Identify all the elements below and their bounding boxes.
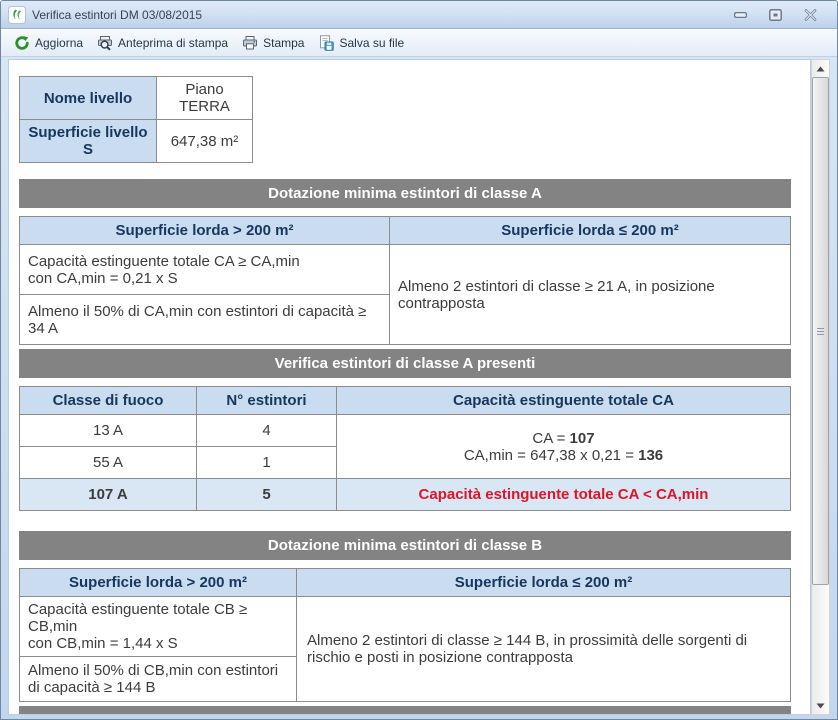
class-a-header-large-area: Superficie lorda > 200 m² [20, 217, 390, 245]
total-fire-class: 107 A [20, 479, 197, 511]
restore-button[interactable] [768, 8, 782, 21]
class-a-rules-table: Superficie lorda > 200 m² Superficie lor… [19, 216, 791, 345]
fire-class-value: 55 A [20, 447, 197, 479]
capacity-calc-cell: CA = 107 CA,min = 647,38 x 0,21 = 136 [337, 415, 791, 479]
level-name-value: Piano TERRA [157, 77, 253, 120]
class-a-header-small-area: Superficie lorda ≤ 200 m² [390, 217, 791, 245]
window-title: Verifica estintori DM 03/08/2015 [32, 8, 733, 22]
table-header-row: Classe di fuoco N° estintori Capacità es… [20, 387, 791, 415]
col-header-extinguisher-count: N° estintori [197, 387, 337, 415]
scrollbar-grip [817, 328, 824, 335]
level-name-label: Nome livello [20, 77, 157, 120]
table-total-row: 107 A 5 Capacità estinguente totale CA <… [20, 479, 791, 511]
col-header-fire-class: Classe di fuoco [20, 387, 197, 415]
class-b-rules-table: Superficie lorda > 200 m² Superficie lor… [19, 568, 791, 702]
refresh-button-label: Aggiorna [35, 36, 83, 50]
refresh-button[interactable]: Aggiorna [7, 32, 90, 54]
vertical-scrollbar[interactable] [811, 59, 830, 715]
scrollbar-thumb[interactable] [812, 77, 829, 585]
title-bar: Verifica estintori DM 03/08/2015 [1, 1, 837, 29]
banner-dotazione-classe-b: Dotazione minima estintori di classe B [19, 531, 791, 560]
fire-class-value: 13 A [20, 415, 197, 447]
ca-value: 107 [570, 430, 595, 447]
minimize-button[interactable] [733, 8, 747, 21]
class-b-rule-small-area: Almeno 2 estintori di classe ≥ 144 B, in… [297, 597, 791, 702]
scroll-up-button[interactable] [812, 60, 829, 77]
ca-line: CA = 107 [345, 430, 782, 447]
col-header-total-capacity: Capacità estinguente totale CA [337, 387, 791, 415]
table-row: 13 A 4 CA = 107 CA,min = 647,38 x 0,21 =… [20, 415, 791, 447]
scroll-down-button[interactable] [812, 697, 829, 714]
save-to-file-button[interactable]: Salva su file [311, 32, 411, 54]
app-logo-icon [8, 6, 26, 24]
class-a-rule-small-area: Almeno 2 estintori di classe ≥ 21 A, in … [390, 245, 791, 345]
banner-dotazione-classe-a: Dotazione minima estintori di classe A [19, 179, 791, 208]
print-preview-icon [97, 35, 113, 51]
verification-result-message: Capacità estinguente totale CA < CA,min [337, 479, 791, 511]
class-a-rule-1: Capacità estinguente totale CA ≥ CA,min … [20, 245, 390, 295]
window-controls [733, 8, 829, 21]
ca-min-line: CA,min = 647,38 x 0,21 = 136 [345, 447, 782, 464]
toolbar: Aggiorna Anteprima di stampa [1, 29, 837, 57]
ca-min-value: 136 [638, 447, 663, 464]
level-surface-label: Superficie livello S [20, 120, 157, 163]
print-preview-button[interactable]: Anteprima di stampa [90, 32, 235, 54]
save-to-file-button-label: Salva su file [339, 36, 404, 50]
level-info-table: Nome livello Piano TERRA Superficie live… [19, 76, 253, 163]
table-row: Superficie livello S 647,38 m² [20, 120, 253, 163]
class-b-header-small-area: Superficie lorda ≤ 200 m² [297, 569, 791, 597]
table-row: Nome livello Piano TERRA [20, 77, 253, 120]
class-a-check-table: Classe di fuoco N° estintori Capacità es… [19, 386, 791, 511]
class-b-rule-1: Capacità estinguente totale CB ≥ CB,min … [20, 597, 297, 657]
print-button-label: Stampa [263, 36, 304, 50]
table-header-row: Superficie lorda > 200 m² Superficie lor… [20, 569, 791, 597]
refresh-icon [14, 35, 30, 51]
table-row: Capacità estinguente totale CA ≥ CA,min … [20, 245, 791, 295]
banner-verifica-classe-b: Verifica estintori di classe B presenti [19, 706, 791, 715]
printer-icon [242, 35, 258, 51]
extinguisher-count-value: 1 [197, 447, 337, 479]
table-header-row: Superficie lorda > 200 m² Superficie lor… [20, 217, 791, 245]
level-surface-value: 647,38 m² [157, 120, 253, 163]
table-row: Capacità estinguente totale CB ≥ CB,min … [20, 597, 791, 657]
banner-verifica-classe-a: Verifica estintori di classe A presenti [19, 349, 791, 378]
app-window: Verifica estintori DM 03/08/2015 Aggiorn… [0, 0, 838, 720]
print-button[interactable]: Stampa [235, 32, 311, 54]
total-extinguisher-count: 5 [197, 479, 337, 511]
class-a-rule-2: Almeno il 50% di CA,min con estintori di… [20, 295, 390, 345]
report-area: Nome livello Piano TERRA Superficie live… [8, 59, 811, 715]
class-b-rule-2: Almeno il 50% di CB,min con estintori di… [20, 657, 297, 702]
class-b-header-large-area: Superficie lorda > 200 m² [20, 569, 297, 597]
close-icon[interactable] [803, 8, 817, 21]
print-preview-button-label: Anteprima di stampa [118, 36, 228, 50]
client-area: Nome livello Piano TERRA Superficie live… [1, 59, 837, 719]
extinguisher-count-value: 4 [197, 415, 337, 447]
save-file-icon [318, 35, 334, 51]
